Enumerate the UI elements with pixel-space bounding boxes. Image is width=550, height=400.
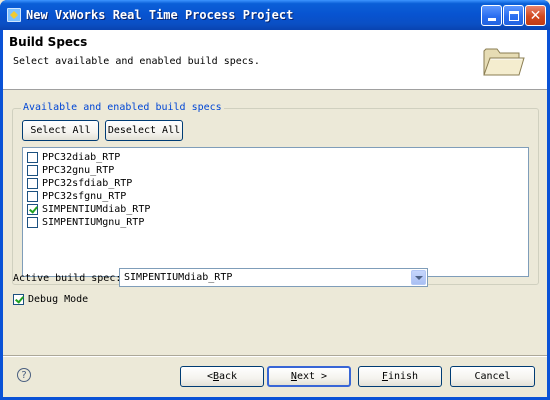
debug-mode-label: Debug Mode bbox=[28, 294, 89, 305]
build-spec-label: SIMPENTIUMgnu_RTP bbox=[42, 217, 145, 228]
back-button[interactable]: < Back bbox=[180, 366, 264, 387]
help-icon[interactable]: ? bbox=[17, 368, 31, 382]
active-build-spec-value: SIMPENTIUMdiab_RTP bbox=[124, 272, 233, 283]
group-label: Available and enabled build specs bbox=[21, 102, 224, 113]
next-button[interactable]: Next > bbox=[267, 366, 351, 387]
build-spec-checkbox[interactable] bbox=[27, 178, 38, 189]
build-spec-label: SIMPENTIUMdiab_RTP bbox=[42, 204, 151, 215]
footer-divider bbox=[3, 355, 547, 357]
minimize-button[interactable] bbox=[481, 5, 502, 26]
finish-button[interactable]: Finish bbox=[358, 366, 442, 387]
build-spec-list[interactable]: PPC32diab_RTP PPC32gnu_RTP PPC32sfdiab_R… bbox=[22, 147, 529, 277]
list-item[interactable]: PPC32sfdiab_RTP bbox=[27, 177, 132, 190]
list-item[interactable]: PPC32gnu_RTP bbox=[27, 164, 114, 177]
close-button[interactable]: ✕ bbox=[525, 5, 546, 26]
build-spec-checkbox[interactable] bbox=[27, 191, 38, 202]
build-spec-label: PPC32diab_RTP bbox=[42, 152, 121, 163]
build-spec-checkbox[interactable] bbox=[27, 204, 38, 215]
list-item[interactable]: PPC32diab_RTP bbox=[27, 151, 120, 164]
page-description: Select available and enabled build specs… bbox=[13, 56, 260, 67]
window-title: New VxWorks Real Time Process Project bbox=[26, 8, 294, 22]
select-all-button[interactable]: Select All bbox=[22, 120, 99, 141]
maximize-icon bbox=[508, 10, 519, 21]
list-item[interactable]: SIMPENTIUMdiab_RTP bbox=[27, 203, 150, 216]
active-build-spec-select[interactable]: SIMPENTIUMdiab_RTP bbox=[119, 268, 428, 287]
build-spec-label: PPC32sfgnu_RTP bbox=[42, 191, 127, 202]
chevron-down-icon bbox=[414, 275, 423, 280]
title-bar[interactable]: New VxWorks Real Time Process Project ✕ bbox=[0, 0, 550, 30]
folder-icon bbox=[483, 48, 525, 76]
build-spec-checkbox[interactable] bbox=[27, 165, 38, 176]
build-specs-group: Available and enabled build specs Select… bbox=[12, 102, 539, 285]
finish-label-rest: inish bbox=[387, 371, 419, 382]
active-build-spec-label: Active build spec: bbox=[13, 273, 122, 284]
maximize-button[interactable] bbox=[503, 5, 524, 26]
back-label-rest: ack bbox=[219, 371, 238, 382]
build-spec-label: PPC32gnu_RTP bbox=[42, 165, 115, 176]
list-item[interactable]: SIMPENTIUMgnu_RTP bbox=[27, 216, 144, 229]
wizard-window: New VxWorks Real Time Process Project ✕ … bbox=[0, 0, 550, 400]
deselect-all-button[interactable]: Deselect All bbox=[105, 120, 183, 141]
build-spec-checkbox[interactable] bbox=[27, 217, 38, 228]
app-icon bbox=[7, 8, 21, 22]
debug-mode-option[interactable]: Debug Mode bbox=[13, 294, 88, 305]
page-title: Build Specs bbox=[9, 35, 88, 49]
cancel-button[interactable]: Cancel bbox=[450, 366, 535, 387]
close-icon: ✕ bbox=[529, 7, 542, 24]
dropdown-button[interactable] bbox=[411, 270, 426, 285]
debug-mode-checkbox[interactable] bbox=[13, 294, 24, 305]
wizard-header: Build Specs Select available and enabled… bbox=[3, 30, 547, 90]
list-item[interactable]: PPC32sfgnu_RTP bbox=[27, 190, 126, 203]
next-label-rest: ext > bbox=[296, 371, 328, 382]
build-spec-checkbox[interactable] bbox=[27, 152, 38, 163]
dialog-client: Build Specs Select available and enabled… bbox=[3, 30, 547, 397]
build-spec-label: PPC32sfdiab_RTP bbox=[42, 178, 133, 189]
minimize-icon bbox=[487, 18, 496, 21]
